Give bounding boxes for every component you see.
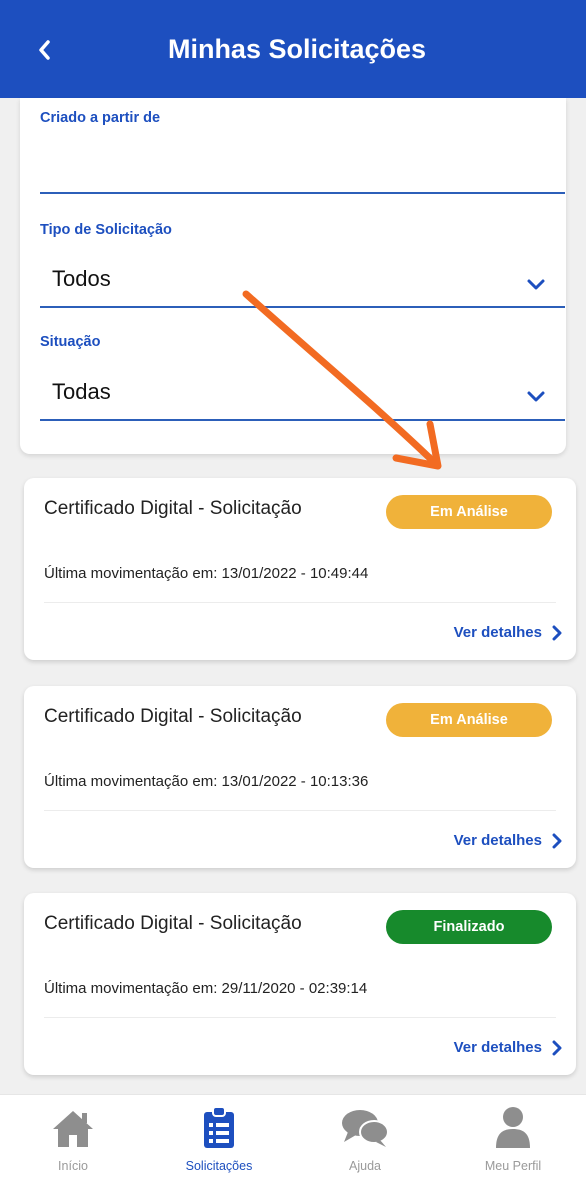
status-badge: Finalizado [386, 910, 552, 944]
divider [44, 602, 556, 603]
chevron-left-icon [39, 40, 50, 60]
created-from-underline [40, 192, 565, 194]
view-details-label: Ver detalhes [453, 832, 542, 849]
view-details-link[interactable]: Ver detalhes [454, 1039, 562, 1056]
chat-bubbles-icon [342, 1110, 389, 1147]
view-details-label: Ver detalhes [453, 624, 542, 641]
filters-panel: Criado a partir de Tipo de Solicitação T… [20, 98, 569, 454]
request-type-underline [40, 306, 565, 308]
request-type-value: Todos [52, 266, 111, 291]
request-title: Certificado Digital - Solicitação [44, 913, 302, 934]
chevron-right-icon [552, 833, 562, 848]
page-title: Minhas Solicitações [167, 33, 427, 64]
home-icon [53, 1111, 93, 1147]
view-details-link[interactable]: Ver detalhes [454, 832, 562, 849]
nav-label: Ajuda [349, 1159, 381, 1173]
bottom-navigation: Início Solicitações Ajuda Meu Perfil [0, 1094, 586, 1188]
status-label: Situação [40, 334, 101, 350]
chevron-right-icon [552, 625, 562, 640]
nav-item-meu-perfil[interactable]: Meu Perfil [440, 1095, 586, 1188]
request-title: Certificado Digital - Solicitação [44, 706, 302, 727]
divider [44, 810, 556, 811]
chevron-down-icon [527, 391, 545, 402]
nav-item-ajuda[interactable]: Ajuda [292, 1095, 438, 1188]
created-from-input[interactable] [40, 138, 569, 192]
status-underline [40, 419, 565, 421]
request-card: Certificado Digital - Solicitação Finali… [24, 893, 576, 1075]
request-type-select[interactable] [40, 248, 565, 306]
view-details-link[interactable]: Ver detalhes [454, 624, 562, 641]
chevron-right-icon [552, 1040, 562, 1055]
divider [44, 1017, 556, 1018]
nav-item-inicio[interactable]: Início [0, 1095, 146, 1188]
nav-item-solicitacoes[interactable]: Solicitações [146, 1095, 292, 1188]
view-details-label: Ver detalhes [453, 1039, 542, 1056]
status-select[interactable] [40, 360, 565, 418]
user-icon [496, 1107, 530, 1148]
request-card: Certificado Digital - Solicitação Em Aná… [24, 478, 576, 660]
nav-label: Meu Perfil [484, 1159, 542, 1173]
chevron-down-icon [527, 279, 545, 290]
last-movement-text: Última movimentação em: 13/01/2022 - 10:… [44, 773, 369, 790]
created-from-label: Criado a partir de [40, 110, 161, 126]
request-type-label: Tipo de Solicitação [40, 222, 172, 238]
back-button[interactable] [28, 34, 60, 66]
status-badge: Em Análise [386, 703, 552, 737]
request-card: Certificado Digital - Solicitação Em Aná… [24, 686, 576, 868]
status-value: Todas [52, 379, 111, 404]
clipboard-list-icon [204, 1106, 234, 1148]
request-title: Certificado Digital - Solicitação [44, 498, 302, 519]
nav-label: Início [58, 1159, 88, 1173]
status-badge: Em Análise [386, 495, 552, 529]
last-movement-text: Última movimentação em: 13/01/2022 - 10:… [44, 565, 369, 582]
last-movement-text: Última movimentação em: 29/11/2020 - 02:… [44, 980, 368, 997]
nav-label: Solicitações [185, 1159, 253, 1173]
app-header: Minhas Solicitações [0, 0, 586, 98]
